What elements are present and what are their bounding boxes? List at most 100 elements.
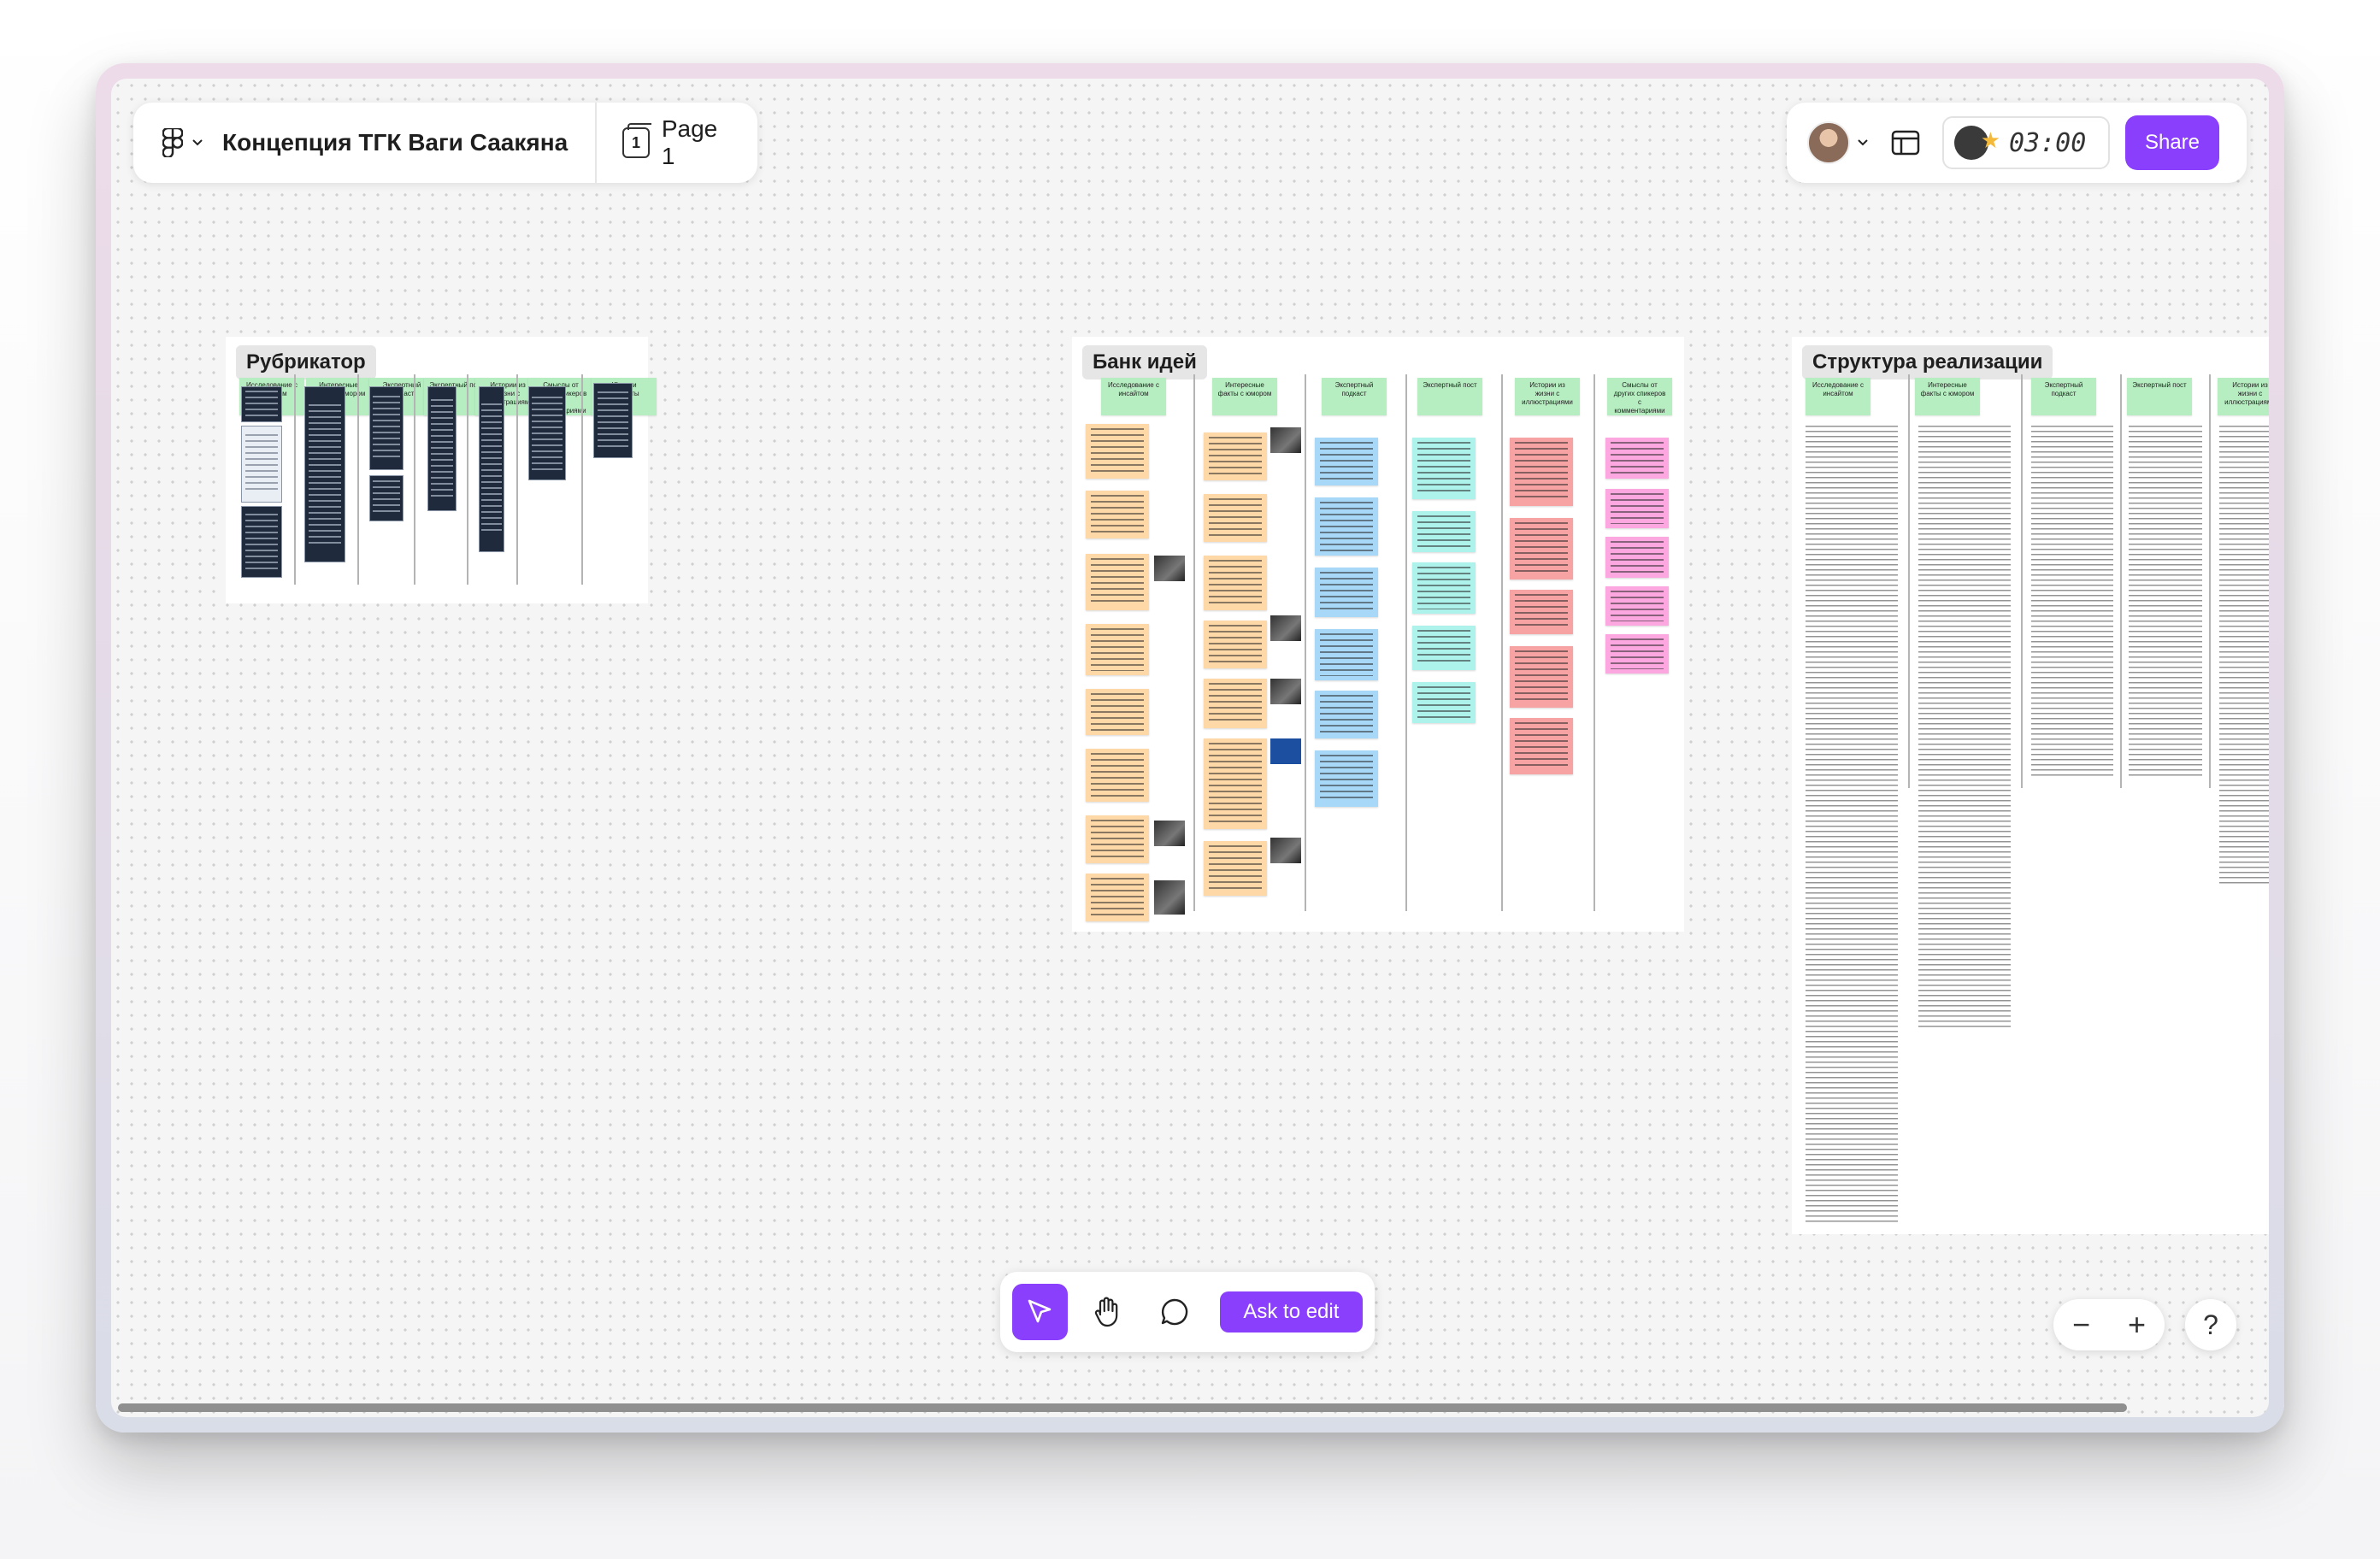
idea-sticky[interactable] (1315, 629, 1378, 680)
text-block[interactable] (1918, 426, 2011, 1031)
idea-sticky[interactable] (1605, 438, 1669, 479)
idea-image[interactable] (1154, 556, 1185, 581)
idea-sticky[interactable] (1086, 624, 1149, 675)
column-header[interactable]: Экспертный подкаст (2031, 378, 2096, 415)
idea-sticky[interactable] (1510, 718, 1573, 774)
idea-sticky[interactable] (1204, 556, 1267, 610)
idea-sticky[interactable] (1086, 424, 1149, 479)
idea-sticky[interactable] (1204, 432, 1267, 480)
post-card[interactable] (304, 386, 345, 562)
idea-sticky[interactable] (1412, 626, 1476, 670)
comment-tool[interactable] (1147, 1284, 1203, 1340)
page-selector[interactable]: 1 Page 1 (597, 115, 757, 170)
column-divider (1305, 374, 1306, 911)
idea-image[interactable] (1270, 738, 1301, 764)
column-header[interactable]: Истории из жизни с иллюстрациями (2218, 378, 2269, 415)
help-button[interactable]: ? (2185, 1299, 2236, 1350)
post-card[interactable] (528, 386, 566, 480)
idea-image[interactable] (1270, 679, 1301, 704)
idea-sticky[interactable] (1204, 621, 1267, 668)
file-title[interactable]: Концепция ТГК Ваги Саакяна (222, 129, 595, 156)
timer-icon (1954, 126, 2000, 160)
text-block[interactable] (1806, 426, 1898, 1226)
post-card[interactable] (241, 506, 282, 578)
post-card[interactable] (593, 383, 633, 458)
post-card[interactable] (479, 386, 504, 552)
ask-to-edit-button[interactable]: Ask to edit (1219, 1291, 1363, 1333)
column-header[interactable]: Исследование с инсайтом (1806, 378, 1870, 415)
column-divider (1501, 374, 1503, 911)
idea-sticky[interactable] (1204, 841, 1267, 896)
horizontal-scrollbar[interactable] (118, 1403, 2127, 1412)
column-header[interactable]: Исследование с инсайтом (1101, 378, 1166, 415)
idea-sticky[interactable] (1086, 815, 1149, 863)
column-divider (1193, 374, 1195, 911)
section-implementation[interactable]: Структура реализации Исследование с инса… (1792, 337, 2269, 1234)
post-card[interactable] (369, 386, 404, 470)
move-tool[interactable] (1012, 1284, 1068, 1340)
idea-sticky[interactable] (1204, 679, 1267, 728)
post-card[interactable] (369, 475, 404, 521)
main-menu-button[interactable] (133, 103, 222, 183)
column-header[interactable]: Смыслы от других спикеров с комментариям… (1607, 378, 1672, 415)
idea-sticky[interactable] (1510, 590, 1573, 634)
idea-sticky[interactable] (1412, 511, 1476, 552)
figma-icon (162, 128, 183, 157)
idea-image[interactable] (1270, 427, 1301, 453)
idea-sticky[interactable] (1510, 438, 1573, 506)
idea-sticky[interactable] (1412, 562, 1476, 614)
text-block[interactable] (2219, 426, 2269, 887)
column-divider (516, 374, 518, 585)
idea-sticky[interactable] (1204, 494, 1267, 542)
section-title[interactable]: Банк идей (1082, 345, 1207, 379)
idea-sticky[interactable] (1412, 682, 1476, 723)
idea-sticky[interactable] (1605, 634, 1669, 674)
column-header[interactable]: Экспертный подкаст (1322, 378, 1387, 415)
text-block[interactable] (2129, 426, 2202, 778)
idea-image[interactable] (1270, 838, 1301, 863)
idea-image[interactable] (1270, 615, 1301, 641)
column-header[interactable]: Экспертный пост (1417, 378, 1482, 415)
idea-sticky[interactable] (1510, 518, 1573, 579)
section-idea-bank[interactable]: Банк идей Исследование с инсайтом Интере… (1072, 337, 1684, 932)
idea-sticky[interactable] (1315, 497, 1378, 556)
idea-sticky[interactable] (1315, 750, 1378, 807)
hand-tool[interactable] (1080, 1284, 1135, 1340)
user-menu[interactable] (1807, 121, 1869, 164)
idea-sticky[interactable] (1315, 568, 1378, 617)
idea-sticky[interactable] (1510, 646, 1573, 708)
canvas[interactable]: Концепция ТГК Ваги Саакяна 1 Page 1 ★ 03… (111, 79, 2269, 1417)
idea-sticky[interactable] (1086, 874, 1149, 921)
post-card[interactable] (241, 426, 282, 503)
idea-sticky[interactable] (1086, 689, 1149, 735)
idea-sticky[interactable] (1086, 749, 1149, 802)
text-block[interactable] (2031, 426, 2113, 778)
section-title[interactable]: Рубрикатор (236, 345, 376, 379)
timer-widget[interactable]: 03:00 (1942, 116, 2110, 169)
idea-sticky[interactable] (1086, 491, 1149, 538)
column-header[interactable]: Истории из жизни с иллюстрациями (1515, 378, 1580, 415)
idea-sticky[interactable] (1204, 738, 1267, 829)
post-card[interactable] (241, 386, 282, 422)
share-button[interactable]: Share (2125, 115, 2219, 170)
idea-sticky[interactable] (1605, 586, 1669, 626)
idea-image[interactable] (1154, 821, 1185, 846)
idea-sticky[interactable] (1086, 554, 1149, 610)
minus-icon[interactable]: − (2072, 1307, 2090, 1343)
idea-image[interactable] (1154, 880, 1185, 915)
plus-icon[interactable]: + (2128, 1307, 2146, 1343)
collab-bar: 03:00 Share (1787, 103, 2247, 183)
idea-sticky[interactable] (1605, 537, 1669, 578)
layout-button[interactable] (1884, 121, 1927, 164)
column-header[interactable]: Экспертный пост (2127, 378, 2192, 415)
post-card[interactable] (427, 386, 457, 511)
idea-sticky[interactable] (1315, 691, 1378, 738)
idea-sticky[interactable] (1605, 489, 1669, 528)
section-rubricator[interactable]: Рубрикатор Исследование с инсайтом Интер… (226, 337, 657, 603)
idea-sticky[interactable] (1412, 438, 1476, 499)
column-divider (1908, 374, 1910, 788)
column-header[interactable]: Интересные факты с юмором (1212, 378, 1277, 415)
idea-sticky[interactable] (1315, 438, 1378, 485)
section-title[interactable]: Структура реализации (1802, 345, 2053, 379)
column-header[interactable]: Интересные факты с юмором (1915, 378, 1980, 415)
